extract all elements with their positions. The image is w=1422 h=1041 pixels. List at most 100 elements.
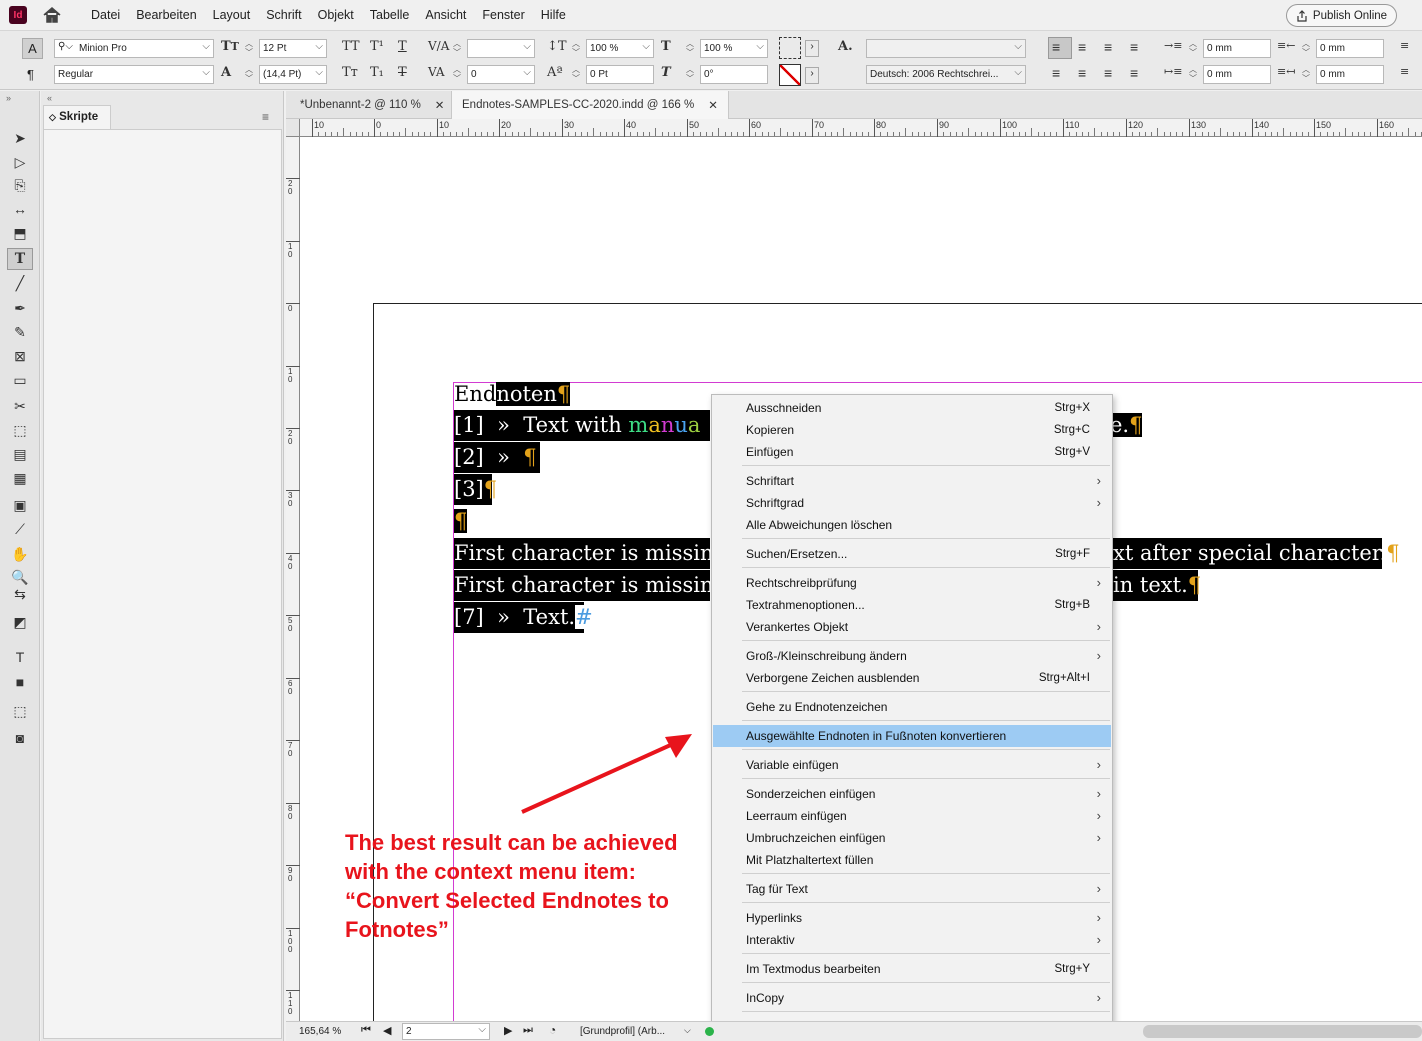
menu-layout[interactable]: Layout: [205, 8, 259, 22]
leading-field[interactable]: (14,4 Pt): [259, 65, 327, 84]
chevron-right-icon[interactable]: ›: [805, 40, 819, 57]
leading-stepper[interactable]: ︿ ﹀: [243, 65, 255, 84]
vertical-scale-field[interactable]: 100 %: [586, 39, 654, 58]
context-menu-item[interactable]: Schriftart ›: [713, 470, 1111, 492]
paragraph-mode-button[interactable]: ¶: [27, 67, 34, 82]
context-menu-item[interactable]: Hyperlinks ›: [713, 907, 1111, 929]
horizontal-scale-field[interactable]: 100 %: [700, 39, 768, 58]
chevron-down-icon[interactable]: ⌵: [684, 1025, 691, 1036]
context-menu-item[interactable]: Einfügen Strg+V: [713, 441, 1111, 463]
context-menu-item[interactable]: Im Textmodus bearbeiten Strg+Y: [713, 958, 1111, 980]
preflight-icon[interactable]: ◔: [549, 1023, 556, 1037]
first-line-indent-field[interactable]: 0 mm: [1203, 65, 1271, 84]
menu-fenster[interactable]: Fenster: [474, 8, 532, 22]
strikethrough-button[interactable]: T: [398, 65, 407, 80]
all-caps-button[interactable]: TT: [342, 39, 360, 54]
preflight-profile[interactable]: [Grundprofil] (Arb...: [580, 1026, 665, 1037]
tracking-stepper[interactable]: ︿ ﹀: [451, 65, 463, 84]
menu-hilfe[interactable]: Hilfe: [533, 8, 574, 22]
first-page-icon[interactable]: ⏮: [361, 1024, 371, 1037]
ruler-origin[interactable]: [286, 119, 300, 137]
context-menu-item[interactable]: Tag für Text ›: [713, 878, 1111, 900]
collapse-icon[interactable]: «: [47, 93, 52, 103]
context-menu-item[interactable]: Mit Platzhaltertext füllen: [713, 849, 1111, 871]
menu-bearbeiten[interactable]: Bearbeiten: [128, 8, 204, 22]
align-button-icon[interactable]: ≡: [1052, 65, 1060, 81]
context-menu-item[interactable]: Groß-/Kleinschreibung ändern ›: [713, 645, 1111, 667]
baseline-shift-field[interactable]: 0 Pt: [586, 65, 654, 84]
last-page-icon[interactable]: ⏭: [523, 1024, 533, 1037]
align-button-icon[interactable]: ≡: [1052, 39, 1060, 55]
font-family-dropdown[interactable]: Minion Pro: [54, 39, 214, 58]
context-menu-item[interactable]: InCopy ›: [713, 987, 1111, 1009]
menu-objekt[interactable]: Objekt: [310, 8, 362, 22]
collapse-icon[interactable]: »: [6, 93, 11, 103]
rectangle-frame-tool-icon[interactable]: ⊠: [7, 345, 33, 367]
page-tool-icon[interactable]: ⎘: [7, 174, 33, 196]
rectangle-tool-icon[interactable]: ▭: [7, 369, 33, 391]
horizontal-scale-stepper[interactable]: ︿ ﹀: [684, 39, 696, 58]
zoom-level[interactable]: 165,64 %: [299, 1026, 341, 1037]
align-button-icon[interactable]: ≡: [1130, 39, 1138, 55]
fill-swatch[interactable]: [779, 37, 801, 59]
left-indent-field[interactable]: 0 mm: [1203, 39, 1271, 58]
context-menu-item[interactable]: Verborgene Zeichen ausblenden Strg+Alt+I: [713, 667, 1111, 689]
kerning-stepper[interactable]: ︿ ﹀: [451, 39, 463, 58]
context-menu-item[interactable]: Variable einfügen ›: [713, 754, 1111, 776]
screen-mode-icon[interactable]: ⬚: [7, 700, 33, 722]
context-menu-item[interactable]: Textrahmenoptionen... Strg+B: [713, 594, 1111, 616]
context-menu-item[interactable]: Schriftgrad ›: [713, 492, 1111, 514]
skew-stepper[interactable]: ︿ ﹀: [684, 65, 696, 84]
last-line-indent-field[interactable]: 0 mm: [1316, 65, 1384, 84]
context-menu-item[interactable]: Sonderzeichen einfügen ›: [713, 783, 1111, 805]
horizontal-ruler[interactable]: 10 0 10 20 30 40 50 60 70 80 90 100 110 120 130 140 150 1…: [300, 119, 1422, 137]
close-icon[interactable]: ✕: [435, 98, 445, 112]
align-button-icon[interactable]: ≡: [1130, 65, 1138, 81]
context-menu-item[interactable]: Gehe zu Endnotenzeichen: [713, 696, 1111, 718]
horizontal-scrollbar[interactable]: [1143, 1025, 1422, 1038]
language-dropdown[interactable]: Deutsch: 2006 Rechtschrei...: [866, 65, 1026, 84]
align-button-icon[interactable]: ≡: [1104, 39, 1112, 55]
context-menu-item[interactable]: Suchen/Ersetzen... Strg+F: [713, 543, 1111, 565]
context-menu-item[interactable]: Ausgewählte Endnoten in Fußnoten konvert…: [713, 725, 1111, 747]
direct-selection-tool-icon[interactable]: ▷: [7, 151, 33, 173]
tab-endnotes-samples[interactable]: Endnotes-SAMPLES-CC-2020.indd @ 166 % ✕: [451, 91, 729, 119]
underline-button[interactable]: T: [398, 39, 407, 54]
right-indent-field[interactable]: 0 mm: [1316, 39, 1384, 58]
last-line-indent-stepper[interactable]: ︿ ﹀: [1300, 65, 1312, 84]
previous-page-icon[interactable]: ◀: [383, 1024, 391, 1037]
superscript-button[interactable]: T¹: [370, 39, 384, 54]
align-button-icon[interactable]: ≡: [1104, 65, 1112, 81]
panel-menu-icon[interactable]: ≡: [262, 110, 269, 124]
menu-ansicht[interactable]: Ansicht: [417, 8, 474, 22]
character-mode-button[interactable]: A: [22, 38, 43, 59]
pencil-tool-icon[interactable]: ✎: [7, 321, 33, 343]
swap-colors-icon[interactable]: ⇆: [7, 583, 33, 605]
font-style-dropdown[interactable]: Regular: [54, 65, 214, 84]
context-menu-item[interactable]: Verankertes Objekt ›: [713, 616, 1111, 638]
next-page-icon[interactable]: ▶: [504, 1024, 512, 1037]
kerning-field[interactable]: [467, 39, 535, 58]
vertical-scale-stepper[interactable]: ︿ ﹀: [570, 39, 582, 58]
hand-tool-icon[interactable]: ✋: [7, 543, 33, 565]
scripts-list[interactable]: [43, 129, 282, 1039]
right-indent-stepper[interactable]: ︿ ﹀: [1300, 39, 1312, 58]
gradient-swatch-tool-icon[interactable]: ▤: [7, 443, 33, 465]
character-style-dropdown[interactable]: [866, 39, 1026, 58]
menu-schrift[interactable]: Schrift: [258, 8, 309, 22]
type-tool-icon[interactable]: T: [7, 248, 33, 270]
page-number-field[interactable]: 2: [402, 1023, 490, 1040]
preview-icon[interactable]: ◙: [7, 727, 33, 749]
context-menu-item[interactable]: Leerraum einfügen ›: [713, 805, 1111, 827]
stroke-swatch[interactable]: [779, 64, 801, 86]
tab-untitled-2[interactable]: *Unbenannt-2 @ 110 % ✕: [290, 91, 454, 119]
first-line-indent-stepper[interactable]: ︿ ﹀: [1187, 65, 1199, 84]
menu-tabelle[interactable]: Tabelle: [362, 8, 418, 22]
context-menu-item[interactable]: Kopieren Strg+C: [713, 419, 1111, 441]
note-tool-icon[interactable]: ▣: [7, 494, 33, 516]
fill-stroke-icon[interactable]: ◩: [7, 611, 33, 633]
free-transform-tool-icon[interactable]: ⬚: [7, 419, 33, 441]
align-button-icon[interactable]: ≡: [1078, 65, 1086, 81]
home-icon[interactable]: [42, 6, 62, 27]
menu-datei[interactable]: Datei: [83, 8, 128, 22]
